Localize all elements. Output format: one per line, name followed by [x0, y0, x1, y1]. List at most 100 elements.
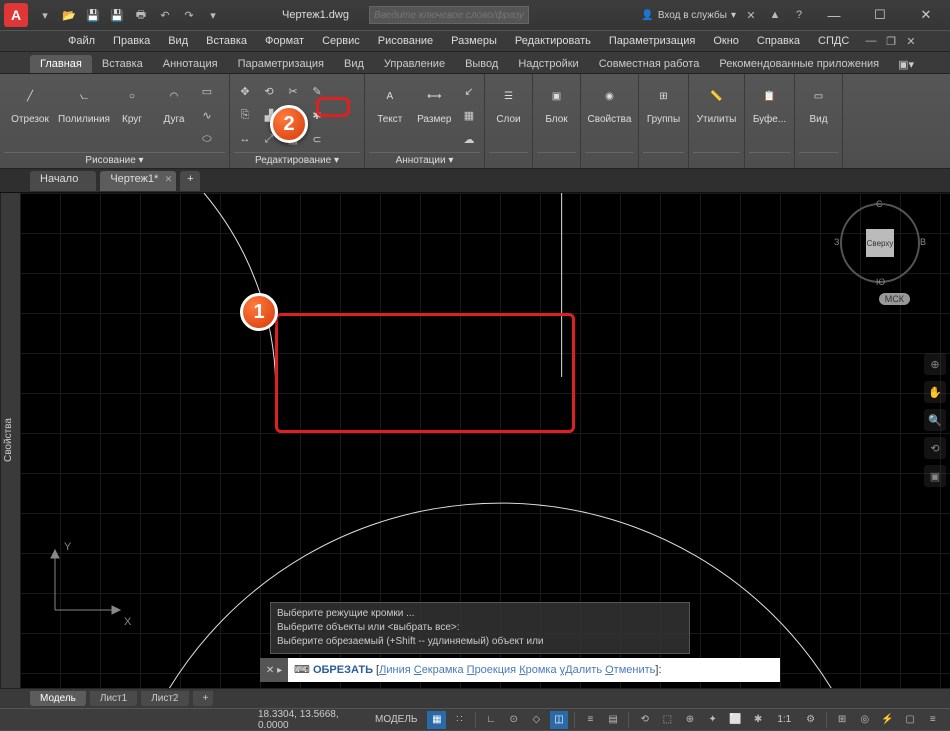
lineweight-toggle-icon[interactable]: ≡ [581, 711, 600, 729]
selection-toggle-icon[interactable]: ⬜ [726, 711, 745, 729]
undo-icon[interactable]: ↶ [156, 6, 174, 24]
circle-button[interactable]: ○Круг [112, 76, 152, 129]
menu-file[interactable]: Файл [60, 33, 103, 49]
layout-tab-model[interactable]: Модель [30, 691, 86, 706]
drawing-canvas[interactable]: 1 Сверху С Ю З В МСК ⊕ ✋ 🔍 ⟲ ▣ Y X Выбер… [20, 193, 950, 688]
dynamic-toggle-icon[interactable]: ⊕ [681, 711, 700, 729]
arc-button[interactable]: ◠Дуга [154, 76, 194, 129]
maximize-button[interactable]: ☐ [860, 0, 900, 30]
modelspace-button[interactable]: МОДЕЛЬ [369, 714, 423, 725]
menu-edit[interactable]: Правка [105, 33, 158, 49]
nav-zoom-icon[interactable]: 🔍 [924, 409, 946, 431]
new-tab-button[interactable]: + [180, 171, 200, 191]
grid-toggle-icon[interactable]: ▦ [427, 711, 446, 729]
transparency-toggle-icon[interactable]: ▤ [604, 711, 623, 729]
properties-button[interactable]: ◉Свойства [585, 76, 634, 129]
minimize-button[interactable]: — [814, 0, 854, 30]
ellipse-icon[interactable]: ⬭ [196, 128, 218, 150]
viewcube-face-top[interactable]: Сверху [866, 229, 894, 257]
quickprops-toggle-icon[interactable]: ✦ [703, 711, 722, 729]
cloud-icon[interactable]: ☁ [458, 128, 480, 150]
viewcube[interactable]: Сверху С Ю З В [840, 203, 920, 283]
tab-featured[interactable]: Рекомендованные приложения [709, 55, 889, 73]
menu-modify[interactable]: Редактировать [507, 33, 599, 49]
menu-spds[interactable]: СПДС [810, 33, 857, 49]
nav-pan-icon[interactable]: ✋ [924, 381, 946, 403]
table-icon[interactable]: ▦ [458, 104, 480, 126]
block-button[interactable]: ▣Блок [537, 76, 576, 129]
command-line[interactable]: ✕ ▸ ⌨ ОБРЕЗАТЬ [Линия Секрамка Проекция … [260, 658, 780, 682]
stretch-icon[interactable]: ↔ [234, 128, 256, 150]
isolate-icon[interactable]: ◎ [855, 711, 874, 729]
line-button[interactable]: ╱Отрезок [4, 76, 56, 129]
hardware-icon[interactable]: ⚡ [878, 711, 897, 729]
plot-icon[interactable]: 🖶 [132, 6, 150, 24]
properties-palette-tab[interactable]: Свойства [0, 193, 20, 688]
ribbon-collapse-icon[interactable]: ▣▾ [892, 56, 920, 73]
tab-annotate[interactable]: Аннотация [153, 55, 228, 73]
tab-parametric[interactable]: Параметризация [228, 55, 334, 73]
tab-addins[interactable]: Надстройки [508, 55, 588, 73]
osnap-toggle-icon[interactable]: ◫ [550, 711, 569, 729]
copy-icon[interactable]: ⎘ [234, 104, 256, 126]
menu-param[interactable]: Параметризация [601, 33, 703, 49]
nav-wheel-icon[interactable]: ⊕ [924, 353, 946, 375]
doc-close-icon[interactable]: ✕ [902, 32, 920, 50]
move-icon[interactable]: ✥ [234, 80, 256, 102]
help-icon[interactable]: ? [790, 6, 808, 24]
monitor-icon[interactable]: ⊞ [833, 711, 852, 729]
menu-tools[interactable]: Сервис [314, 33, 368, 49]
annotation-scale[interactable]: 1:1 [771, 714, 797, 725]
tab-manage[interactable]: Управление [374, 55, 455, 73]
qat-more-icon[interactable]: ▾ [204, 6, 222, 24]
menu-window[interactable]: Окно [705, 33, 747, 49]
clipboard-button[interactable]: 📋Буфе... [749, 76, 790, 129]
panel-anno-title[interactable]: Аннотации ▾ [369, 152, 480, 168]
3dosnap-toggle-icon[interactable]: ⬚ [658, 711, 677, 729]
layout-tab-add[interactable]: + [193, 691, 213, 706]
close-tab-icon[interactable]: ✕ [165, 174, 173, 185]
layout-tab-1[interactable]: Лист1 [90, 691, 137, 706]
cycling-toggle-icon[interactable]: ⟲ [635, 711, 654, 729]
exchange-icon[interactable]: ✕ [742, 6, 760, 24]
cleanscreen-icon[interactable]: ▢ [901, 711, 920, 729]
file-tab-drawing1[interactable]: Чертеж1*✕ [100, 171, 176, 191]
spline-icon[interactable]: ∿ [196, 104, 218, 126]
app-icon[interactable]: ▲ [766, 6, 784, 24]
wcs-badge[interactable]: МСК [879, 293, 910, 305]
nav-showmotion-icon[interactable]: ▣ [924, 465, 946, 487]
layers-button[interactable]: ☰Слои [489, 76, 528, 129]
isodraft-toggle-icon[interactable]: ◇ [527, 711, 546, 729]
offset-icon[interactable]: ⊂ [306, 128, 328, 150]
open-icon[interactable]: 📂 [60, 6, 78, 24]
snap-toggle-icon[interactable]: ∷ [450, 711, 469, 729]
tab-insert[interactable]: Вставка [92, 55, 153, 73]
file-tab-start[interactable]: Начало [30, 171, 96, 191]
menu-draw[interactable]: Рисование [370, 33, 441, 49]
coordinates-readout[interactable]: 18.3304, 13.5668, 0.0000 [258, 709, 353, 731]
layout-tab-2[interactable]: Лист2 [141, 691, 188, 706]
text-button[interactable]: AТекст [369, 76, 411, 129]
save-icon[interactable]: 💾 [84, 6, 102, 24]
rotate-icon[interactable]: ⟲ [258, 80, 280, 102]
panel-draw-title[interactable]: Рисование ▾ [4, 152, 225, 168]
polyline-button[interactable]: ⦦Полилиния [58, 76, 110, 129]
ortho-toggle-icon[interactable]: ∟ [482, 711, 501, 729]
search-input[interactable] [369, 6, 529, 24]
close-button[interactable]: ✕ [906, 0, 946, 30]
leader-icon[interactable]: ↙ [458, 80, 480, 102]
workspace-switch-icon[interactable]: ⚙ [801, 711, 820, 729]
viewpanel-button[interactable]: ▭Вид [799, 76, 838, 129]
panel-modify-title[interactable]: Редактирование ▾ [234, 152, 360, 168]
polar-toggle-icon[interactable]: ⊙ [504, 711, 523, 729]
signin-button[interactable]: 👤 Вход в службы ▾ [641, 10, 736, 21]
tab-output[interactable]: Вывод [455, 55, 508, 73]
gizmo-toggle-icon[interactable]: ✱ [749, 711, 768, 729]
cmdline-handle-icon[interactable]: ✕ ▸ [260, 658, 288, 682]
app-logo[interactable]: A [4, 3, 28, 27]
new-icon[interactable]: ▾ [36, 6, 54, 24]
menu-format[interactable]: Формат [257, 33, 312, 49]
menu-help[interactable]: Справка [749, 33, 808, 49]
dim-button[interactable]: ⟷Размер [413, 76, 456, 129]
customize-icon[interactable]: ≡ [923, 711, 942, 729]
